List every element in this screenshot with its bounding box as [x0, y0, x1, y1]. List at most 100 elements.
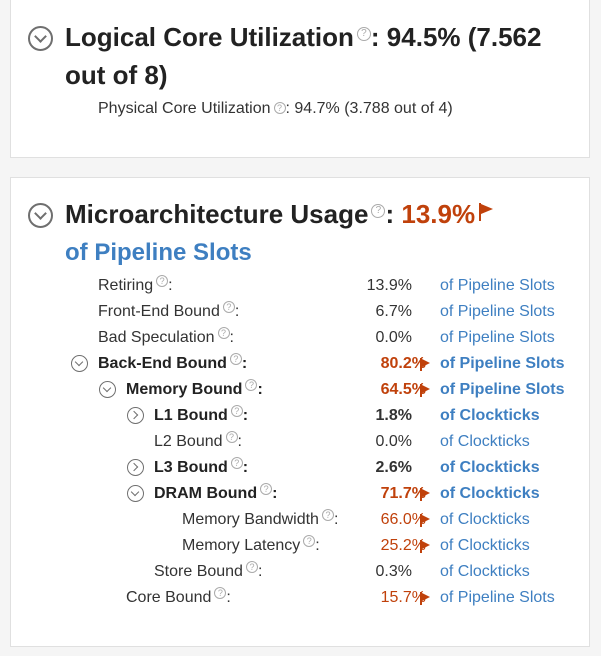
metric-row-memory-bound: Memory Bound?: 64.5% of Pipeline Slots	[11, 377, 591, 403]
metric-suffix: :	[241, 355, 248, 372]
metric-label: Bad Speculation	[98, 329, 215, 346]
metric-value: 0.0%	[375, 329, 412, 346]
physical-core-label: Physical Core Utilization	[98, 100, 271, 117]
logical-core-value: : 94.5% (7.562	[370, 22, 542, 52]
metric-label: DRAM Bound	[154, 485, 258, 502]
help-icon[interactable]: ?	[260, 483, 273, 495]
metric-row-back-end-bound: Back-End Bound?: 80.2% of Pipeline Slots	[11, 351, 591, 377]
metric-unit-link[interactable]: of Pipeline Slots	[440, 299, 555, 325]
metric-suffix: :	[257, 563, 263, 580]
help-icon[interactable]: ?	[229, 353, 242, 365]
metric-value: 0.0%	[375, 433, 412, 450]
expand-chevron-icon[interactable]	[127, 459, 144, 476]
metric-unit-link[interactable]: of Clockticks	[440, 455, 540, 481]
help-icon[interactable]: ?	[222, 301, 235, 313]
help-icon[interactable]: ?	[273, 102, 286, 114]
expand-chevron-icon[interactable]	[127, 407, 144, 424]
flag-icon	[420, 358, 430, 371]
flag-icon	[420, 384, 430, 397]
expand-chevron-icon[interactable]	[127, 485, 144, 502]
collapse-chevron-icon[interactable]	[28, 26, 53, 51]
logical-core-title-text: Logical Core Utilization	[65, 22, 354, 52]
metric-row-retiring: Retiring?: 13.9% of Pipeline Slots	[11, 273, 591, 299]
metric-suffix: :	[315, 537, 320, 554]
metric-unit-link[interactable]: of Pipeline Slots	[440, 377, 564, 403]
metric-suffix: :	[226, 589, 231, 606]
help-icon[interactable]: ?	[225, 431, 238, 443]
help-icon[interactable]: ?	[214, 587, 227, 599]
metric-suffix: :	[333, 511, 339, 528]
metric-label: Memory Latency	[182, 537, 301, 554]
metric-suffix: :	[272, 485, 278, 502]
metric-suffix: :	[229, 329, 234, 346]
metric-suffix: :	[242, 407, 249, 424]
metric-row-dram-bound: DRAM Bound?: 71.7% of Clockticks	[11, 481, 591, 507]
help-icon[interactable]: ?	[245, 561, 258, 573]
metric-value: 13.9%	[366, 277, 412, 294]
expand-chevron-icon[interactable]	[71, 355, 88, 372]
metric-label: Memory Bandwidth	[182, 511, 319, 528]
physical-core-line: Physical Core Utilization?: 94.7% (3.788…	[98, 100, 453, 118]
help-icon[interactable]: ?	[156, 275, 169, 287]
metric-value: 0.3%	[375, 563, 412, 580]
metric-label: L1 Bound	[154, 407, 228, 424]
metric-unit-link[interactable]: of Pipeline Slots	[440, 585, 555, 611]
metric-unit-link[interactable]: of Pipeline Slots	[440, 273, 555, 299]
metric-unit-link[interactable]: of Clockticks	[440, 403, 540, 429]
microarchitecture-panel: Microarchitecture Usage?: 13.9% of Pipel…	[10, 177, 590, 647]
help-icon[interactable]: ?	[356, 27, 371, 42]
metric-suffix: :	[237, 433, 242, 450]
help-icon[interactable]: ?	[303, 535, 316, 547]
physical-core-value: : 94.7% (3.788 out of 4)	[285, 100, 453, 117]
metric-suffix: :	[168, 277, 173, 294]
metric-row-l2-bound: L2 Bound?: 0.0% of Clockticks	[11, 429, 591, 455]
flag-icon	[420, 488, 430, 501]
help-icon[interactable]: ?	[230, 457, 243, 469]
flag-icon	[420, 540, 430, 553]
metric-unit-link[interactable]: of Clockticks	[440, 507, 530, 533]
metric-value: 1.8%	[375, 407, 412, 424]
metric-value: 6.7%	[375, 303, 412, 320]
metric-label: Core Bound	[126, 589, 212, 606]
flag-icon	[420, 592, 430, 605]
help-icon[interactable]: ?	[230, 405, 243, 417]
metric-row-front-end-bound: Front-End Bound?: 6.7% of Pipeline Slots	[11, 299, 591, 325]
metric-value: 2.6%	[375, 459, 412, 476]
microarch-value: 13.9%	[401, 199, 476, 229]
metric-unit-link[interactable]: of Clockticks	[440, 533, 530, 559]
metric-label: L2 Bound	[154, 433, 223, 450]
metric-label: Memory Bound	[126, 381, 243, 398]
microarch-colon: :	[385, 199, 395, 229]
metric-row-memory-bandwidth: Memory Bandwidth?: 66.0% of Clockticks	[11, 507, 591, 533]
metric-unit-link[interactable]: of Clockticks	[440, 429, 530, 455]
metric-row-memory-latency: Memory Latency?: 25.2% of Clockticks	[11, 533, 591, 559]
metric-label: L3 Bound	[154, 459, 228, 476]
metric-label: Retiring	[98, 277, 154, 294]
expand-chevron-icon[interactable]	[99, 381, 116, 398]
metric-unit-link[interactable]: of Pipeline Slots	[440, 351, 564, 377]
collapse-chevron-icon[interactable]	[28, 203, 53, 228]
microarch-title: Microarchitecture Usage?: 13.9%	[65, 195, 494, 233]
metric-row-core-bound: Core Bound?: 15.7% of Pipeline Slots	[11, 585, 591, 611]
help-icon[interactable]: ?	[217, 327, 230, 339]
microarch-unit[interactable]: of Pipeline Slots	[65, 234, 252, 272]
metric-suffix: :	[242, 459, 249, 476]
microarch-unit-text[interactable]: of Pipeline Slots	[65, 239, 252, 266]
metric-label: Back-End Bound	[98, 355, 227, 372]
metric-label: Store Bound	[154, 563, 243, 580]
help-icon[interactable]: ?	[371, 204, 386, 219]
logical-core-panel: Logical Core Utilization?: 94.5% (7.562 …	[10, 0, 590, 158]
metric-row-l1-bound: L1 Bound?: 1.8% of Clockticks	[11, 403, 591, 429]
metric-unit-link[interactable]: of Clockticks	[440, 481, 540, 507]
help-icon[interactable]: ?	[245, 379, 258, 391]
metric-suffix: :	[234, 303, 240, 320]
metric-unit-link[interactable]: of Clockticks	[440, 559, 530, 585]
metric-row-bad-speculation: Bad Speculation?: 0.0% of Pipeline Slots	[11, 325, 591, 351]
metric-label: Front-End Bound	[98, 303, 220, 320]
logical-core-value-line2: out of 8)	[65, 60, 168, 90]
logical-core-title: Logical Core Utilization?: 94.5% (7.562 …	[65, 18, 585, 94]
metric-suffix: :	[257, 381, 263, 398]
help-icon[interactable]: ?	[321, 509, 334, 521]
metric-row-l3-bound: L3 Bound?: 2.6% of Clockticks	[11, 455, 591, 481]
metric-unit-link[interactable]: of Pipeline Slots	[440, 325, 555, 351]
